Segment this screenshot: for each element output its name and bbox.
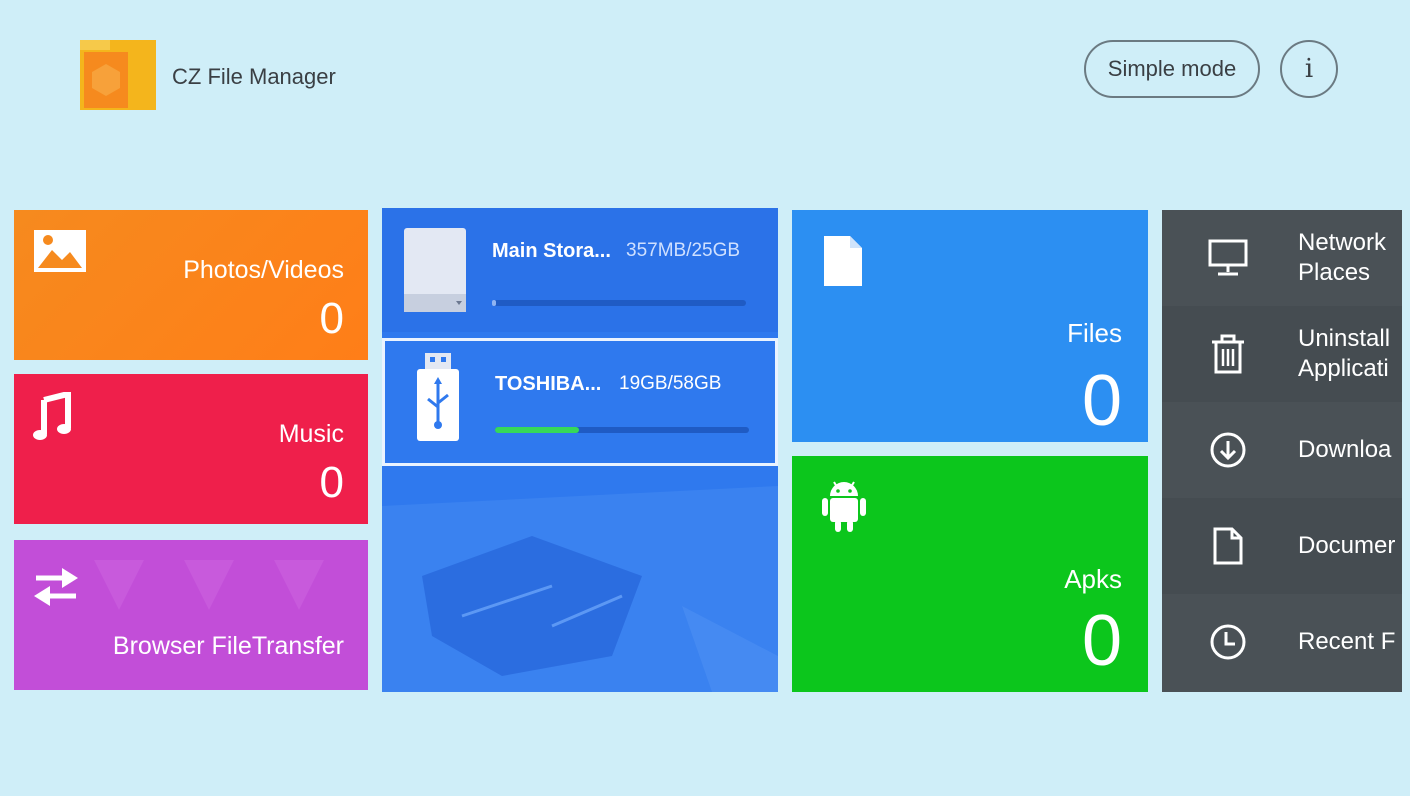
info-icon: i <box>1304 54 1314 84</box>
photos-videos-count: 0 <box>319 294 344 343</box>
simple-mode-button[interactable]: Simple mode <box>1084 40 1260 98</box>
apks-tile[interactable]: Apks 0 <box>792 456 1148 692</box>
monitor-icon <box>1208 238 1248 278</box>
trash-icon <box>1208 334 1248 374</box>
document-icon <box>1208 526 1248 566</box>
sidebar-item-documents[interactable]: Documer <box>1162 498 1402 594</box>
photos-videos-tile[interactable]: Photos/Videos 0 <box>14 210 368 360</box>
main-storage-progress <box>492 300 746 306</box>
download-icon <box>1208 430 1248 470</box>
music-count: 0 <box>319 458 344 507</box>
main-storage-size: 357MB/25GB <box>626 240 741 261</box>
sidebar-item-uninstall-applications[interactable]: Uninstall Applicati <box>1162 306 1402 402</box>
apks-count: 0 <box>1081 601 1122 681</box>
file-icon <box>822 234 864 293</box>
app-logo-icon <box>78 34 158 112</box>
apks-label: Apks <box>1064 564 1122 594</box>
usb-storage-name: TOSHIBA... <box>495 373 602 395</box>
files-count: 0 <box>1081 361 1122 441</box>
usb-storage-size: 19GB/58GB <box>619 373 722 394</box>
photos-videos-label: Photos/Videos <box>183 256 344 284</box>
storage-decoration <box>382 466 778 692</box>
usb-storage-progress-fill <box>495 427 579 433</box>
sidebar-item-label: Downloa <box>1298 436 1392 463</box>
usb-storage-progress <box>495 427 749 433</box>
info-button[interactable]: i <box>1280 40 1338 98</box>
storage-panel: Main Stora... 357MB/25GB TOSHIBA... 19GB… <box>382 208 778 692</box>
sidebar-item-label: Recent F <box>1298 628 1396 655</box>
music-tile[interactable]: Music 0 <box>14 374 368 524</box>
transfer-arrows-icon <box>32 566 80 611</box>
app-title: CZ File Manager <box>172 64 336 89</box>
image-icon <box>32 228 88 279</box>
drive-icon <box>402 226 468 319</box>
usb-storage-item[interactable]: TOSHIBA... 19GB/58GB <box>382 338 778 466</box>
tile-pattern <box>94 560 324 610</box>
main-storage-progress-fill <box>492 300 496 306</box>
sidebar-item-recent-files[interactable]: Recent F <box>1162 594 1402 690</box>
main-storage-item[interactable]: Main Stora... 357MB/25GB <box>382 208 778 332</box>
sidebar-item-downloads[interactable]: Downloa <box>1162 402 1402 498</box>
sidebar-menu: Network Places Uninstall Applicati Downl… <box>1162 210 1402 692</box>
android-icon <box>822 480 866 537</box>
files-tile[interactable]: Files 0 <box>792 210 1148 442</box>
sidebar-item-network-places[interactable]: Network Places <box>1162 210 1402 306</box>
usb-icon <box>415 351 461 448</box>
sidebar-item-label: Uninstall Applicati <box>1298 325 1391 382</box>
music-note-icon <box>32 390 72 447</box>
files-label: Files <box>1067 318 1122 348</box>
browser-file-transfer-label: Browser FileTransfer <box>112 632 344 660</box>
music-label: Music <box>278 420 344 448</box>
browser-file-transfer-tile[interactable]: Browser FileTransfer <box>14 540 368 690</box>
home-screen: CZ File Manager Simple mode i Photos/Vid… <box>6 6 1402 790</box>
main-storage-name: Main Stora... <box>492 240 611 262</box>
clock-icon <box>1208 622 1248 662</box>
sidebar-item-label: Network Places <box>1298 229 1387 286</box>
sidebar-item-label: Documer <box>1298 532 1396 559</box>
